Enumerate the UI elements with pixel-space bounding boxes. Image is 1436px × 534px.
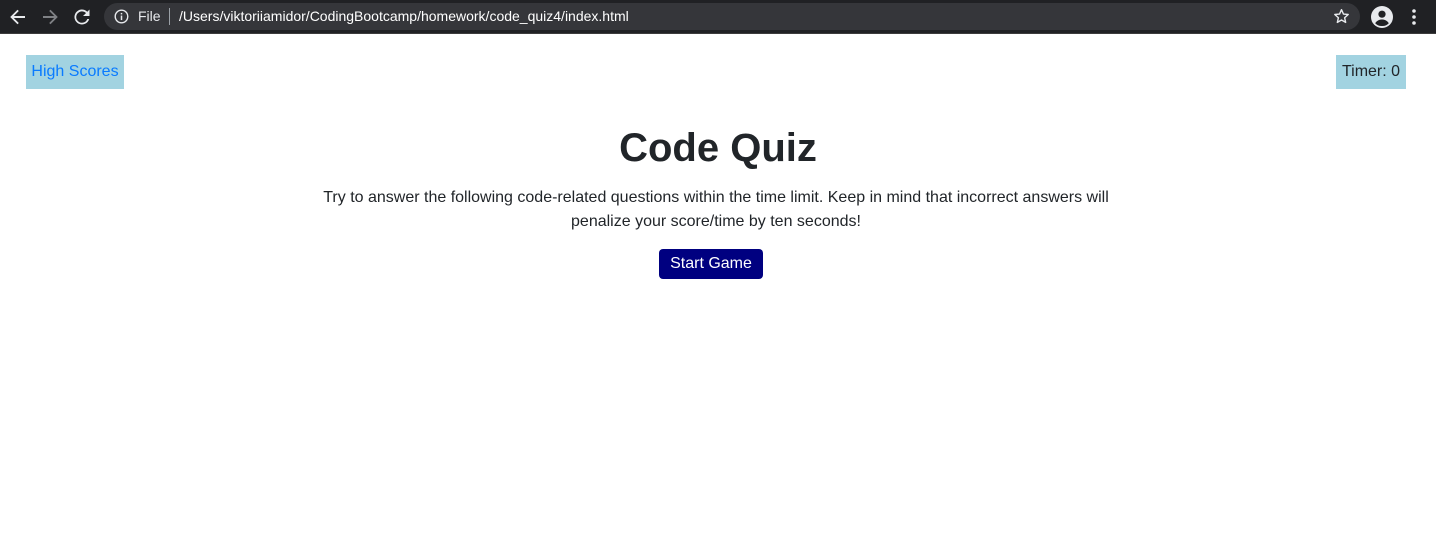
menu-icon[interactable]: [1406, 7, 1422, 27]
forward-icon: [43, 9, 58, 25]
forward-button[interactable]: [38, 5, 62, 29]
profile-icon[interactable]: [1370, 5, 1394, 29]
omnibox-divider: [169, 8, 170, 25]
back-button[interactable]: [6, 5, 30, 29]
address-bar[interactable]: File /Users/viktoriiamidor/CodingBootcam…: [104, 3, 1360, 30]
start-game-button[interactable]: Start Game: [659, 249, 763, 279]
reload-button[interactable]: [70, 5, 94, 29]
timer-display: Timer: 0: [1336, 55, 1406, 89]
quiz-description: Try to answer the following code-related…: [323, 189, 1109, 230]
url-text[interactable]: /Users/viktoriiamidor/CodingBootcamp/hom…: [179, 8, 629, 25]
back-icon: [10, 9, 25, 25]
high-scores-link[interactable]: High Scores: [26, 55, 124, 89]
info-icon[interactable]: [114, 9, 129, 24]
star-icon[interactable]: [1333, 8, 1350, 25]
browser-toolbar: File /Users/viktoriiamidor/CodingBootcam…: [0, 0, 1436, 34]
scheme-label: File: [138, 8, 161, 24]
page-title: Code Quiz: [619, 126, 817, 170]
reload-icon: [74, 9, 90, 25]
